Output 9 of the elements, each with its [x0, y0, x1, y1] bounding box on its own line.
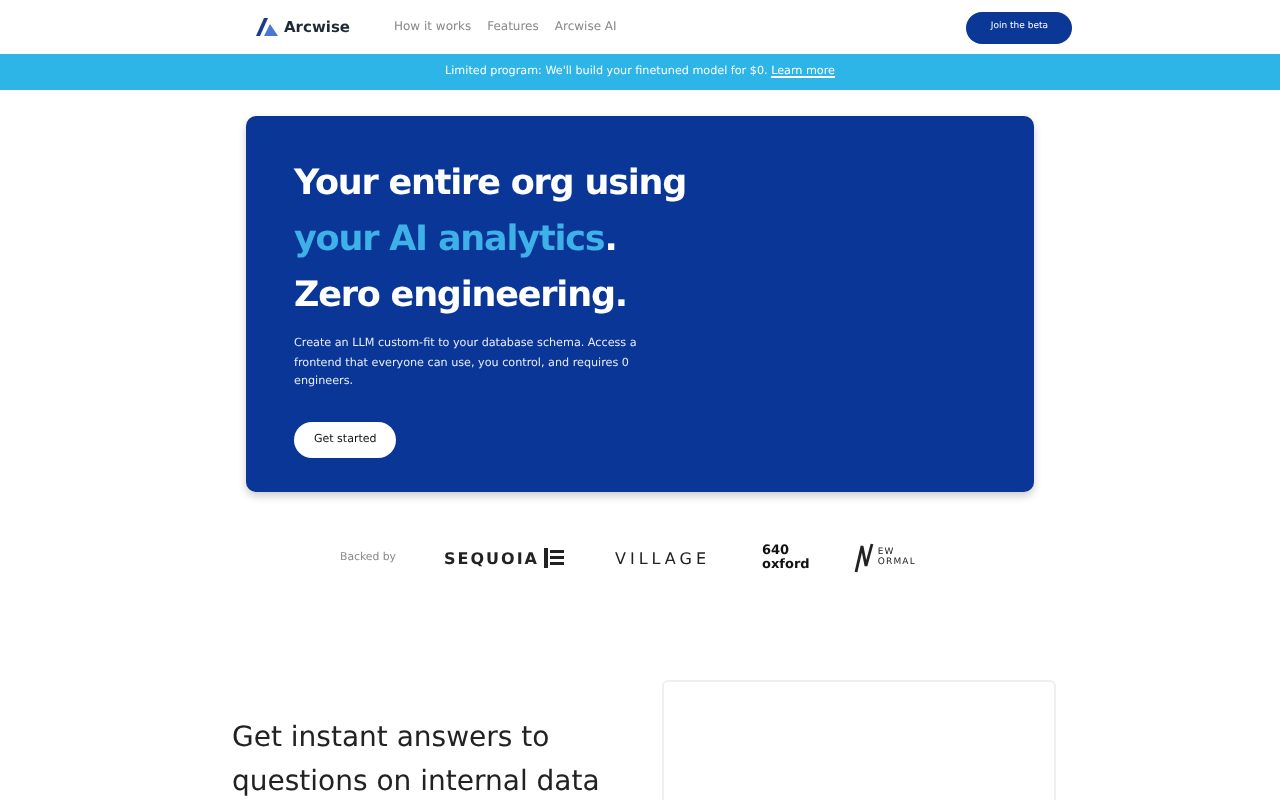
- investor-logo: SEQUOIA: [444, 549, 539, 567]
- headline-text: Zero engineering.: [294, 276, 627, 316]
- section-heading: Get instant answers to questions on internal data: [232, 720, 602, 800]
- logo-icon: [256, 18, 278, 36]
- scribble-icon: [853, 542, 874, 574]
- investor-logo: VILLAGE: [615, 549, 711, 567]
- headline-text: Your entire org using: [294, 164, 687, 204]
- headline-text: .: [604, 220, 617, 260]
- headline-text: your AI analytics: [294, 220, 605, 260]
